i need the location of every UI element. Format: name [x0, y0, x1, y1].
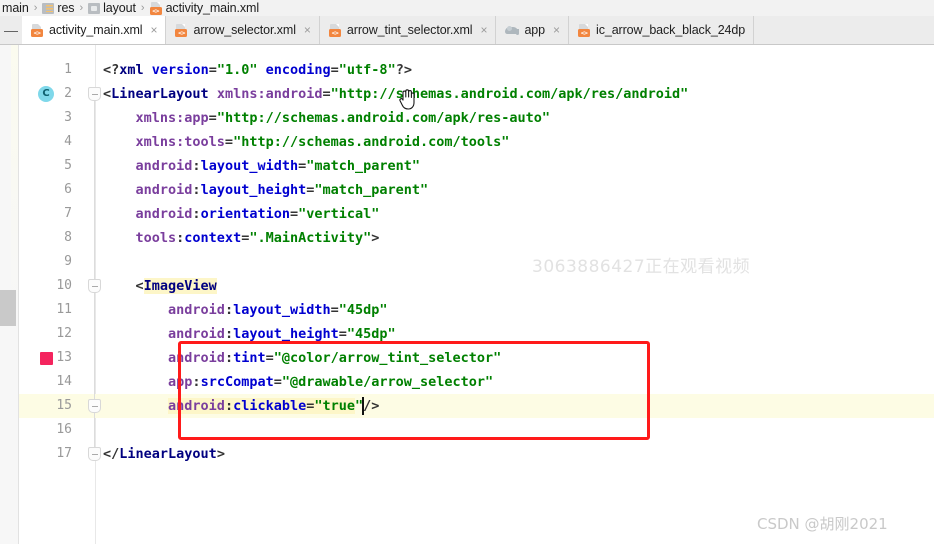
line-number: 5 [64, 158, 72, 173]
fold-marker-icon[interactable] [88, 399, 101, 413]
breadcrumb-item-res[interactable]: res [40, 1, 76, 15]
code-line[interactable]: 16 [0, 418, 934, 442]
csdn-watermark: CSDN @胡刚2021 [757, 515, 888, 533]
tab-label: arrow_selector.xml [193, 23, 296, 37]
code-line[interactable]: 6 android:layout_height="match_parent" [0, 178, 934, 202]
fold-marker-icon[interactable] [88, 87, 101, 101]
directory-icon [88, 2, 101, 14]
code-text: android:layout_height="45dp" [168, 326, 396, 342]
code-editor[interactable]: 1 <?xml version="1.0" encoding="utf-8"?> 2… [0, 45, 934, 544]
code-line[interactable]: 2 <LinearLayout xmlns:android="http://sch… [0, 82, 934, 106]
code-text: </LinearLayout> [103, 446, 225, 462]
code-text: <LinearLayout xmlns:android="http://sche… [103, 86, 689, 102]
breadcrumb-separator: › [140, 2, 145, 14]
code-text: android:layout_width="45dp" [168, 302, 388, 318]
code-text: app:srcCompat="@drawable/arrow_selector" [168, 374, 494, 390]
close-icon[interactable]: × [150, 24, 157, 36]
code-line[interactable]: 3 xmlns:app="http://schemas.android.com/a… [0, 106, 934, 130]
line-number: 2 [64, 86, 72, 101]
color-swatch-icon[interactable] [40, 352, 53, 365]
code-line[interactable]: 12 android:layout_height="45dp" [0, 322, 934, 346]
breadcrumb-label: activity_main.xml [165, 1, 260, 15]
line-number: 6 [64, 182, 72, 197]
tab-app[interactable]: app × [496, 16, 570, 44]
close-icon[interactable]: × [553, 24, 560, 36]
tab-arrow-selector-xml[interactable]: <> arrow_selector.xml × [166, 16, 320, 44]
code-line[interactable]: 5 android:layout_width="match_parent" [0, 154, 934, 178]
line-number: 8 [64, 230, 72, 245]
code-line[interactable]: 10 <ImageView [0, 274, 934, 298]
code-line[interactable]: 15 android:clickable="true"/> [0, 394, 934, 418]
tab-label: app [524, 23, 546, 37]
code-line[interactable]: 14 app:srcCompat="@drawable/arrow_selecto… [0, 370, 934, 394]
code-line[interactable]: 1 <?xml version="1.0" encoding="utf-8"?> [0, 58, 934, 82]
hand-cursor-icon [399, 89, 415, 110]
css-color-indicator-icon[interactable]: C [38, 86, 54, 102]
breadcrumb-separator: › [79, 2, 84, 14]
code-line[interactable]: 11 android:layout_width="45dp" [0, 298, 934, 322]
gradle-module-icon [505, 24, 520, 36]
close-icon[interactable]: × [480, 24, 487, 36]
code-text: <?xml version="1.0" encoding="utf-8"?> [103, 62, 412, 78]
code-text: tools:context=".MainActivity"> [135, 230, 380, 246]
fold-marker-icon[interactable] [88, 447, 101, 461]
code-line[interactable]: 8 tools:context=".MainActivity"> [0, 226, 934, 250]
xml-file-icon: <> [31, 23, 44, 37]
collapse-tabs-button[interactable]: — [0, 16, 22, 44]
code-text: android:layout_height="match_parent" [135, 182, 429, 198]
code-text: android:orientation="vertical" [135, 206, 380, 222]
line-number: 4 [64, 134, 72, 149]
fold-marker-icon[interactable] [88, 279, 101, 293]
line-number: 17 [56, 446, 72, 461]
line-number: 10 [56, 278, 72, 293]
line-number: 9 [64, 254, 72, 269]
code-line[interactable]: 13 android:tint="@color/arrow_tint_select… [0, 346, 934, 370]
code-text: xmlns:tools="http://schemas.android.com/… [135, 134, 510, 150]
ide-editor-window: main › res › layout › <> activity_main.x… [0, 0, 934, 544]
xml-file-icon: <> [149, 1, 163, 15]
code-line[interactable]: 17 </LinearLayout> [0, 442, 934, 466]
xml-file-icon: <> [578, 23, 591, 37]
xml-file-icon: <> [175, 23, 188, 37]
close-icon[interactable]: × [304, 24, 311, 36]
text-caret [362, 397, 365, 415]
tab-ic-arrow-back-black-24dp[interactable]: <> ic_arrow_back_black_24dp [569, 16, 755, 44]
breadcrumb-item-main[interactable]: main [0, 1, 31, 15]
code-line[interactable]: 7 android:orientation="vertical" [0, 202, 934, 226]
breadcrumb-label: layout [103, 1, 136, 15]
line-number: 7 [64, 206, 72, 221]
editor-tab-bar: — <> activity_main.xml × <> arrow_select… [0, 16, 934, 45]
breadcrumb-separator: › [33, 2, 38, 14]
line-number: 1 [64, 62, 72, 77]
breadcrumb-item-layout[interactable]: layout [86, 1, 138, 15]
code-line[interactable]: 4 xmlns:tools="http://schemas.android.com… [0, 130, 934, 154]
xml-file-icon: <> [328, 23, 342, 37]
line-number: 15 [56, 398, 72, 413]
code-text: xmlns:app="http://schemas.android.com/ap… [135, 110, 551, 126]
tab-label: activity_main.xml [49, 23, 143, 37]
res-folder-icon [42, 2, 55, 14]
code-text: android:clickable="true"/> [168, 398, 380, 414]
line-number: 13 [56, 350, 72, 365]
code-text: <ImageView [135, 278, 217, 294]
code-text: android:layout_width="match_parent" [135, 158, 421, 174]
line-number: 12 [56, 326, 72, 341]
tab-activity-main-xml[interactable]: <> activity_main.xml × [22, 16, 167, 44]
tab-label: arrow_tint_selector.xml [346, 23, 473, 37]
line-number: 16 [56, 422, 72, 437]
line-number: 3 [64, 110, 72, 125]
code-text: android:tint="@color/arrow_tint_selector… [168, 350, 502, 366]
breadcrumb-label: main [2, 1, 29, 15]
code-line[interactable]: 9 [0, 250, 934, 274]
breadcrumb-item-file[interactable]: <> activity_main.xml [148, 1, 261, 15]
line-number: 14 [56, 374, 72, 389]
line-number: 11 [56, 302, 72, 317]
breadcrumb: main › res › layout › <> activity_main.x… [0, 0, 934, 16]
viewer-watermark: 3063886427正在观看视频 [532, 257, 751, 277]
tab-label: ic_arrow_back_black_24dp [596, 23, 746, 37]
breadcrumb-label: res [57, 1, 75, 15]
tab-arrow-tint-selector-xml[interactable]: <> arrow_tint_selector.xml × [319, 16, 497, 44]
